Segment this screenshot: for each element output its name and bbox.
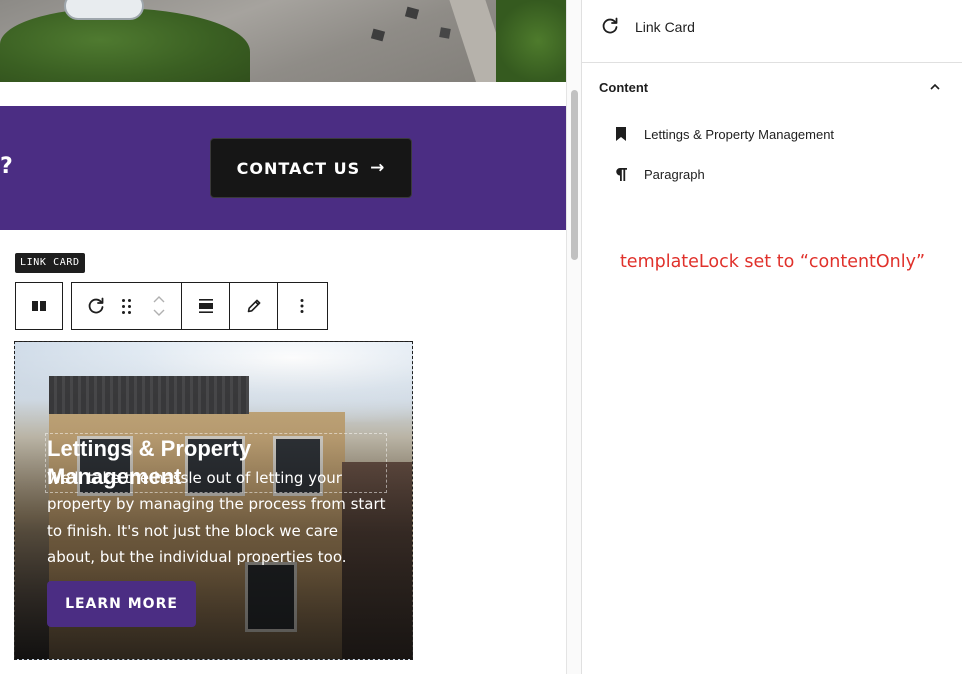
align-button[interactable] — [181, 283, 229, 329]
edit-button[interactable] — [229, 283, 277, 329]
canvas-scrollbar[interactable] — [566, 0, 581, 674]
bookmark-icon — [616, 127, 626, 141]
block-type-label: LINK CARD — [15, 253, 85, 273]
learn-more-button[interactable]: LEARN MORE — [47, 581, 196, 627]
block-toolbar — [71, 282, 328, 330]
columns-icon — [32, 301, 46, 311]
drag-handle-icon[interactable] — [120, 298, 132, 314]
parent-block-toolbar — [15, 282, 63, 330]
aerial-photo — [0, 0, 566, 82]
cta-question-text: ? — [0, 154, 13, 179]
transform-block-button[interactable] — [72, 296, 120, 316]
content-item-label: Lettings & Property Management — [644, 126, 835, 142]
link-card-block[interactable]: Lettings & Property Management We'll tak… — [14, 341, 413, 660]
contact-us-button[interactable]: CONTACT US → — [210, 138, 412, 198]
refresh-icon — [602, 17, 618, 34]
block-card: Link Card — [582, 0, 962, 63]
editor-canvas: ? CONTACT US → LINK CARD Lettings & Prop… — [0, 0, 567, 674]
refresh-icon — [88, 297, 104, 314]
more-options-icon — [300, 299, 303, 313]
contact-us-label: CONTACT US — [236, 158, 361, 178]
block-switcher-group — [72, 283, 181, 329]
select-parent-button[interactable] — [16, 283, 62, 329]
align-icon — [198, 299, 213, 313]
settings-sidebar: Link Card Content Lettings & Property Ma… — [581, 0, 962, 674]
more-options-button[interactable] — [277, 283, 325, 329]
block-movers — [144, 283, 174, 329]
cta-band: ? CONTACT US → — [0, 106, 566, 230]
move-up-icon[interactable] — [153, 296, 165, 303]
content-item-lettings[interactable]: Lettings & Property Management — [612, 122, 834, 146]
content-panel-title[interactable]: Content — [599, 80, 648, 95]
arrow-right-icon: → — [370, 158, 386, 178]
chevron-up-icon[interactable] — [926, 78, 944, 96]
move-down-icon[interactable] — [153, 309, 165, 316]
content-item-label: Paragraph — [644, 166, 705, 182]
content-item-paragraph[interactable]: Paragraph — [612, 162, 705, 186]
annotation-note: templateLock set to “contentOnly” — [619, 252, 926, 272]
scrollbar-thumb[interactable] — [571, 90, 578, 260]
link-card-paragraph[interactable]: We'll take the hassle out of letting you… — [47, 465, 387, 570]
edit-icon — [247, 299, 260, 313]
block-card-title: Link Card — [635, 19, 695, 35]
paragraph-icon — [616, 168, 627, 181]
